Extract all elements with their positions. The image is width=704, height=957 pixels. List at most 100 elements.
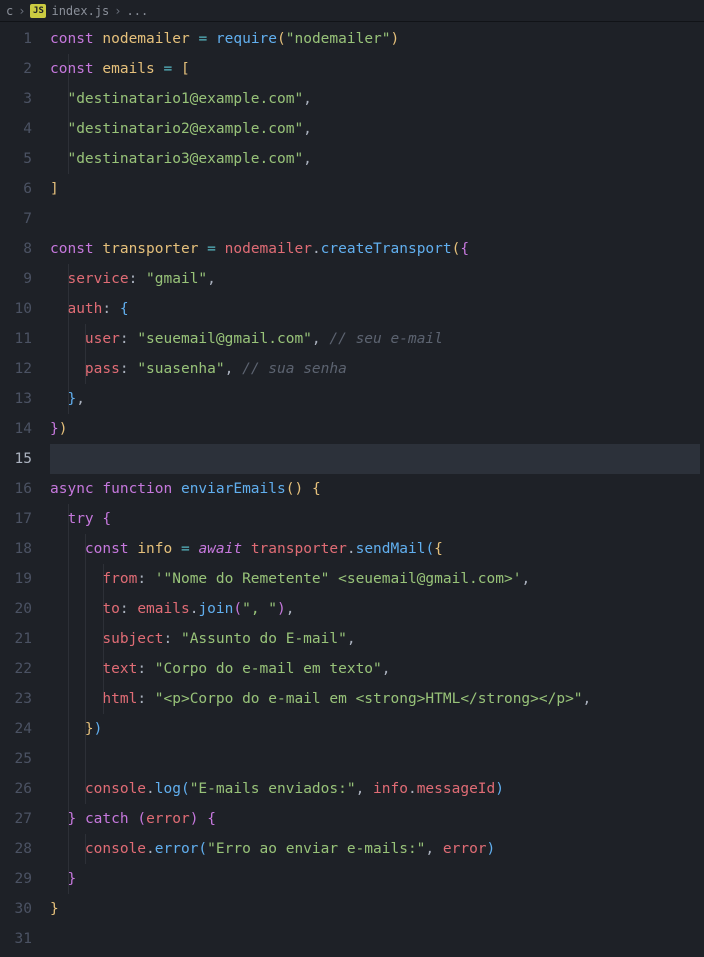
token: () [286, 481, 303, 497]
token: "seuemail@gmail.com" [137, 331, 312, 347]
code-line[interactable]: const emails = [ [50, 54, 704, 84]
token: error [155, 841, 199, 857]
code-line[interactable]: } [50, 864, 704, 894]
line-number: 27 [0, 804, 32, 834]
indent-guide [85, 654, 86, 684]
token: to [102, 601, 119, 617]
code-line[interactable]: "destinatario3@example.com", [50, 144, 704, 174]
token: { [207, 811, 216, 827]
code-area[interactable]: const nodemailer = require("nodemailer")… [50, 22, 704, 954]
indent-guide [85, 774, 86, 804]
indent-guide [85, 534, 86, 564]
code-line[interactable]: } [50, 894, 704, 924]
token: info [373, 781, 408, 797]
line-number: 5 [0, 144, 32, 174]
js-file-icon: JS [30, 4, 46, 18]
token: , [76, 391, 85, 407]
token: const [50, 61, 94, 77]
indent-guide [68, 294, 69, 324]
code-line[interactable]: }) [50, 714, 704, 744]
code-line[interactable]: const transporter = nodemailer.createTra… [50, 234, 704, 264]
code-line[interactable]: to: emails.join(", "), [50, 594, 704, 624]
indent-guide [103, 654, 104, 684]
token: [ [181, 61, 190, 77]
code-line[interactable]: try { [50, 504, 704, 534]
indent-guide [68, 144, 69, 174]
token: ( [198, 841, 207, 857]
code-line[interactable]: text: "Corpo do e-mail em texto", [50, 654, 704, 684]
code-line[interactable]: console.log("E-mails enviados:", info.me… [50, 774, 704, 804]
code-line[interactable]: service: "gmail", [50, 264, 704, 294]
code-line[interactable]: console.error("Erro ao enviar e-mails:",… [50, 834, 704, 864]
token: , [382, 661, 391, 677]
token [50, 391, 67, 407]
token: , [207, 271, 216, 287]
code-line[interactable]: const info = await transporter.sendMail(… [50, 534, 704, 564]
code-line[interactable]: user: "seuemail@gmail.com", // seu e-mai… [50, 324, 704, 354]
code-line[interactable]: "destinatario1@example.com", [50, 84, 704, 114]
token: messageId [417, 781, 496, 797]
breadcrumb[interactable]: c › JS index.js › ... [0, 0, 704, 22]
code-line[interactable]: pass: "suasenha", // sua senha [50, 354, 704, 384]
token [50, 121, 67, 137]
token: "destinatario2@example.com" [67, 121, 303, 137]
token: require [216, 31, 277, 47]
code-editor[interactable]: 1234567891011121314151617181920212223242… [0, 22, 704, 954]
indent-guide [85, 744, 86, 774]
token: = [164, 61, 173, 77]
token [172, 541, 181, 557]
line-number: 12 [0, 354, 32, 384]
token: : [137, 571, 154, 587]
code-line[interactable]: }) [50, 414, 704, 444]
indent-guide [68, 84, 69, 114]
token [198, 811, 207, 827]
code-line[interactable]: html: "<p>Corpo do e-mail em <strong>HTM… [50, 684, 704, 714]
code-line[interactable]: } catch (error) { [50, 804, 704, 834]
token: console [85, 781, 146, 797]
line-number: 18 [0, 534, 32, 564]
minimap[interactable] [700, 22, 704, 957]
token: , [303, 91, 312, 107]
code-line[interactable]: ] [50, 174, 704, 204]
line-number: 10 [0, 294, 32, 324]
token: error [443, 841, 487, 857]
line-number: 23 [0, 684, 32, 714]
code-line[interactable]: from: '"Nome do Remetente" <seuemail@gma… [50, 564, 704, 594]
code-line[interactable] [50, 924, 704, 954]
breadcrumb-tail[interactable]: ... [127, 4, 149, 18]
code-line[interactable]: auth: { [50, 294, 704, 324]
code-line[interactable]: }, [50, 384, 704, 414]
token: : [137, 661, 154, 677]
code-line[interactable] [50, 444, 704, 474]
token: transporter [102, 241, 198, 257]
line-number: 30 [0, 894, 32, 924]
token: : [164, 631, 181, 647]
token: . [146, 841, 155, 857]
breadcrumb-root[interactable]: c [6, 4, 13, 18]
line-number-gutter: 1234567891011121314151617181920212223242… [0, 22, 50, 954]
code-line[interactable] [50, 744, 704, 774]
line-number: 13 [0, 384, 32, 414]
token: , [425, 841, 442, 857]
indent-guide [68, 324, 69, 354]
token: . [312, 241, 321, 257]
code-line[interactable]: subject: "Assunto do E-mail", [50, 624, 704, 654]
line-number: 25 [0, 744, 32, 774]
code-line[interactable] [50, 204, 704, 234]
token: "nodemailer" [286, 31, 391, 47]
token: const [50, 241, 94, 257]
indent-guide [68, 354, 69, 384]
breadcrumb-file[interactable]: index.js [51, 4, 109, 18]
indent-guide [85, 354, 86, 384]
token: "E-mails enviados:" [190, 781, 356, 797]
code-line[interactable]: const nodemailer = require("nodemailer") [50, 24, 704, 54]
indent-guide [68, 864, 69, 894]
code-line[interactable]: async function enviarEmails() { [50, 474, 704, 504]
code-line[interactable]: "destinatario2@example.com", [50, 114, 704, 144]
token: html [102, 691, 137, 707]
token [198, 241, 207, 257]
token: { [120, 301, 129, 317]
line-number: 14 [0, 414, 32, 444]
token: : [120, 601, 137, 617]
token [50, 691, 102, 707]
